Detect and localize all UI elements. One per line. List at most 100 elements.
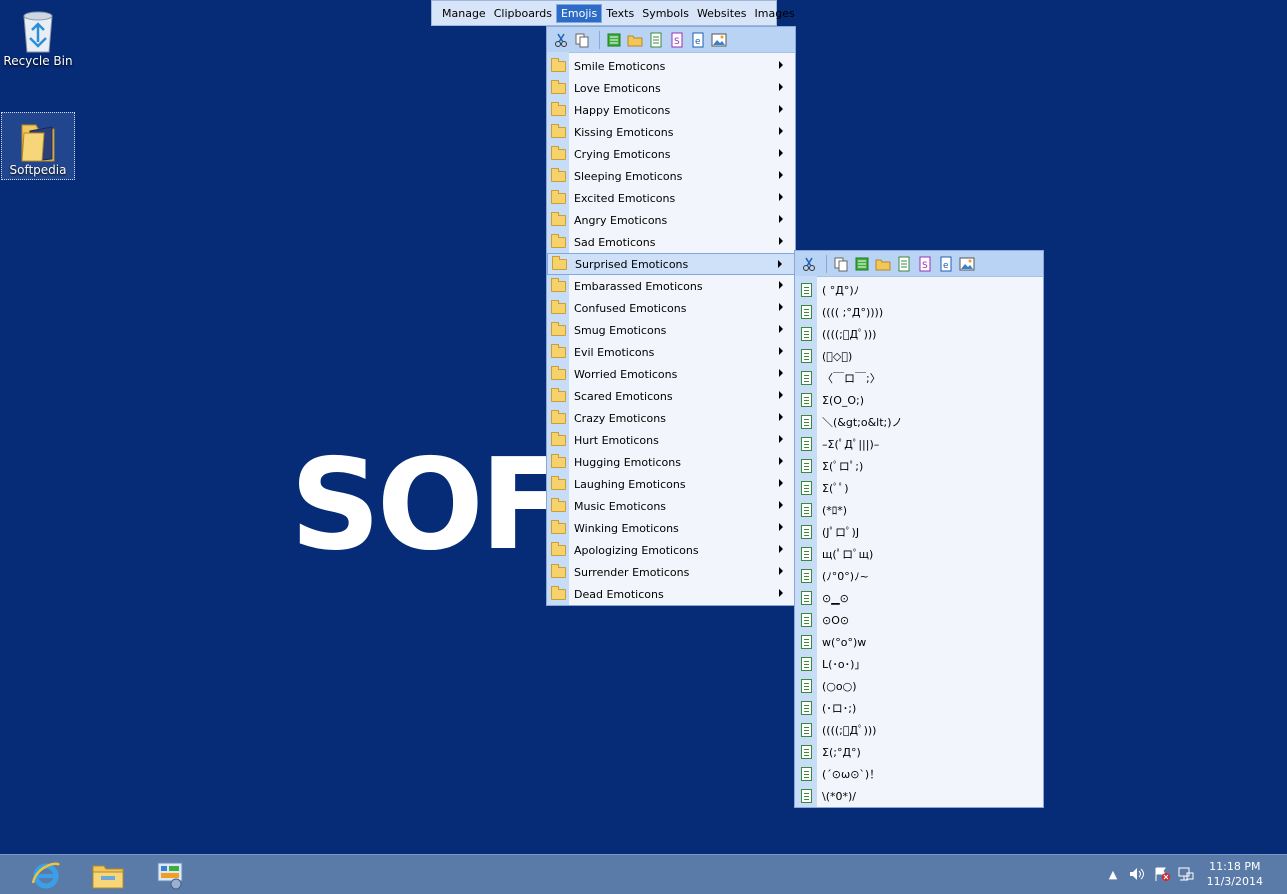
menu-item-smile-emoticons[interactable]: Smile Emoticons bbox=[547, 55, 795, 77]
menu-item-love-emoticons[interactable]: Love Emoticons bbox=[547, 77, 795, 99]
action-center-flag-icon[interactable] bbox=[1153, 865, 1171, 883]
emoticon-item[interactable]: (´⊙ω⊙`)！ bbox=[795, 763, 1043, 785]
menu-item-crying-emoticons[interactable]: Crying Emoticons bbox=[547, 143, 795, 165]
emoticon-item[interactable]: (ﾟ◇ﾟ) bbox=[795, 345, 1043, 367]
symbol-document-icon[interactable]: S bbox=[669, 32, 685, 48]
folder-icon bbox=[547, 585, 569, 600]
emoticon-item[interactable]: (ﾉ°0°)ﾉ~ bbox=[795, 565, 1043, 587]
document-icon bbox=[795, 657, 817, 671]
menu-item-evil-emoticons[interactable]: Evil Emoticons bbox=[547, 341, 795, 363]
emoticon-item[interactable]: Σ(O_O;) bbox=[795, 389, 1043, 411]
menu-clipboards[interactable]: Clipboards bbox=[490, 5, 556, 22]
emoticon-item[interactable]: (Jﾟロﾟ)J bbox=[795, 521, 1043, 543]
menu-item-confused-emoticons[interactable]: Confused Emoticons bbox=[547, 297, 795, 319]
submenu-arrow-icon bbox=[779, 61, 783, 69]
clock-time: 11:18 PM bbox=[1209, 860, 1261, 873]
emoticon-text: (*ﾛ*) bbox=[822, 504, 848, 517]
taskbar-clock[interactable]: 11:18 PM 11/3/2014 bbox=[1207, 859, 1263, 889]
emoticon-item[interactable]: Σ(;°Д°) bbox=[795, 741, 1043, 763]
list-icon[interactable] bbox=[854, 256, 870, 272]
cut-icon[interactable] bbox=[801, 256, 817, 272]
network-icon[interactable] bbox=[1177, 865, 1195, 883]
emoticon-text: ⊙▁⊙ bbox=[822, 591, 849, 605]
web-document-icon[interactable]: e bbox=[938, 256, 954, 272]
desktop-icon-softpedia[interactable]: Softpedia bbox=[1, 112, 75, 180]
document-icon bbox=[795, 459, 817, 473]
emoticon-item[interactable]: ((((;ﾟДﾟ))) bbox=[795, 719, 1043, 741]
emoticon-item[interactable]: Σ(ﾟロﾟ;) bbox=[795, 455, 1043, 477]
menu-item-hugging-emoticons[interactable]: Hugging Emoticons bbox=[547, 451, 795, 473]
web-document-icon[interactable]: e bbox=[690, 32, 706, 48]
emoticon-item[interactable]: (○o○) bbox=[795, 675, 1043, 697]
menu-item-label: Surprised Emoticons bbox=[575, 257, 689, 271]
emoticon-item[interactable]: –Σ(ﾟДﾟ|||)– bbox=[795, 433, 1043, 455]
submenu-arrow-icon bbox=[779, 149, 783, 157]
emoticon-item[interactable]: Σ(ﾟﾟ) bbox=[795, 477, 1043, 499]
document-icon[interactable] bbox=[648, 32, 664, 48]
menu-item-label: Hurt Emoticons bbox=[574, 433, 659, 447]
menu-item-music-emoticons[interactable]: Music Emoticons bbox=[547, 495, 795, 517]
menu-websites[interactable]: Websites bbox=[693, 5, 751, 22]
menu-item-worried-emoticons[interactable]: Worried Emoticons bbox=[547, 363, 795, 385]
document-icon[interactable] bbox=[896, 256, 912, 272]
document-icon bbox=[795, 679, 817, 693]
image-icon[interactable] bbox=[711, 32, 727, 48]
emoticon-item[interactable]: w(°o°)w bbox=[795, 631, 1043, 653]
svg-text:S: S bbox=[922, 261, 928, 271]
menu-item-winking-emoticons[interactable]: Winking Emoticons bbox=[547, 517, 795, 539]
emoticon-text: (Jﾟロﾟ)J bbox=[822, 526, 860, 539]
emoticon-item[interactable]: (((( ;°Д°)))) bbox=[795, 301, 1043, 323]
menu-item-surprised-emoticons[interactable]: Surprised Emoticons bbox=[547, 253, 795, 275]
copy-icon[interactable] bbox=[574, 32, 590, 48]
menu-texts[interactable]: Texts bbox=[602, 5, 638, 22]
taskbar: ▲ 11:18 PM 11/3/2014 bbox=[0, 854, 1287, 894]
menu-item-label: Scared Emoticons bbox=[574, 389, 673, 403]
taskbar-file-explorer[interactable] bbox=[88, 857, 128, 893]
menu-item-hurt-emoticons[interactable]: Hurt Emoticons bbox=[547, 429, 795, 451]
menu-item-excited-emoticons[interactable]: Excited Emoticons bbox=[547, 187, 795, 209]
menu-item-surrender-emoticons[interactable]: Surrender Emoticons bbox=[547, 561, 795, 583]
menu-images[interactable]: Images bbox=[751, 5, 799, 22]
emoticon-item[interactable]: ⊙▁⊙ bbox=[795, 587, 1043, 609]
taskbar-clipboard-app[interactable] bbox=[150, 857, 190, 893]
emoticon-item[interactable]: 〈￣ロ￣;〉 bbox=[795, 367, 1043, 389]
menu-symbols[interactable]: Symbols bbox=[638, 5, 693, 22]
menu-item-smug-emoticons[interactable]: Smug Emoticons bbox=[547, 319, 795, 341]
menu-item-sleeping-emoticons[interactable]: Sleeping Emoticons bbox=[547, 165, 795, 187]
menu-item-laughing-emoticons[interactable]: Laughing Emoticons bbox=[547, 473, 795, 495]
folder-icon[interactable] bbox=[875, 256, 891, 272]
emoticon-item[interactable]: ( °Д°)ﾉ bbox=[795, 279, 1043, 301]
emoticon-item[interactable]: L(･o･)」 bbox=[795, 653, 1043, 675]
desktop-icon-recycle-bin[interactable]: Recycle Bin bbox=[2, 6, 74, 68]
menu-item-apologizing-emoticons[interactable]: Apologizing Emoticons bbox=[547, 539, 795, 561]
menu-item-crazy-emoticons[interactable]: Crazy Emoticons bbox=[547, 407, 795, 429]
list-icon[interactable] bbox=[606, 32, 622, 48]
emoticon-item[interactable]: ＼(&gt;o&lt;)ノ bbox=[795, 411, 1043, 433]
menu-item-sad-emoticons[interactable]: Sad Emoticons bbox=[547, 231, 795, 253]
emoticon-text: (･ロ･;) bbox=[822, 702, 857, 715]
menu-item-dead-emoticons[interactable]: Dead Emoticons bbox=[547, 583, 795, 605]
menu-manage[interactable]: Manage bbox=[438, 5, 490, 22]
cut-icon[interactable] bbox=[553, 32, 569, 48]
menu-item-kissing-emoticons[interactable]: Kissing Emoticons bbox=[547, 121, 795, 143]
menu-item-angry-emoticons[interactable]: Angry Emoticons bbox=[547, 209, 795, 231]
emoticon-item[interactable]: щ(ﾟロﾟщ) bbox=[795, 543, 1043, 565]
symbol-document-icon[interactable]: S bbox=[917, 256, 933, 272]
volume-icon[interactable] bbox=[1128, 865, 1146, 883]
submenu-arrow-icon bbox=[779, 171, 783, 179]
menu-item-happy-emoticons[interactable]: Happy Emoticons bbox=[547, 99, 795, 121]
emoticon-item[interactable]: (*ﾛ*) bbox=[795, 499, 1043, 521]
image-icon[interactable] bbox=[959, 256, 975, 272]
show-hidden-icons-chevron-up-icon[interactable]: ▲ bbox=[1104, 865, 1122, 883]
taskbar-internet-explorer[interactable] bbox=[26, 857, 66, 893]
menu-item-label: Music Emoticons bbox=[574, 499, 667, 513]
emoticon-item[interactable]: (･ロ･;) bbox=[795, 697, 1043, 719]
emoticon-item[interactable]: \(*0*)/ bbox=[795, 785, 1043, 807]
copy-icon[interactable] bbox=[833, 256, 849, 272]
menu-emojis[interactable]: Emojis bbox=[555, 3, 603, 23]
emoticon-item[interactable]: ((((;ﾟДﾟ))) bbox=[795, 323, 1043, 345]
menu-item-embarassed-emoticons[interactable]: Embarassed Emoticons bbox=[547, 275, 795, 297]
folder-icon[interactable] bbox=[627, 32, 643, 48]
menu-item-scared-emoticons[interactable]: Scared Emoticons bbox=[547, 385, 795, 407]
emoticon-item[interactable]: ⊙O⊙ bbox=[795, 609, 1043, 631]
